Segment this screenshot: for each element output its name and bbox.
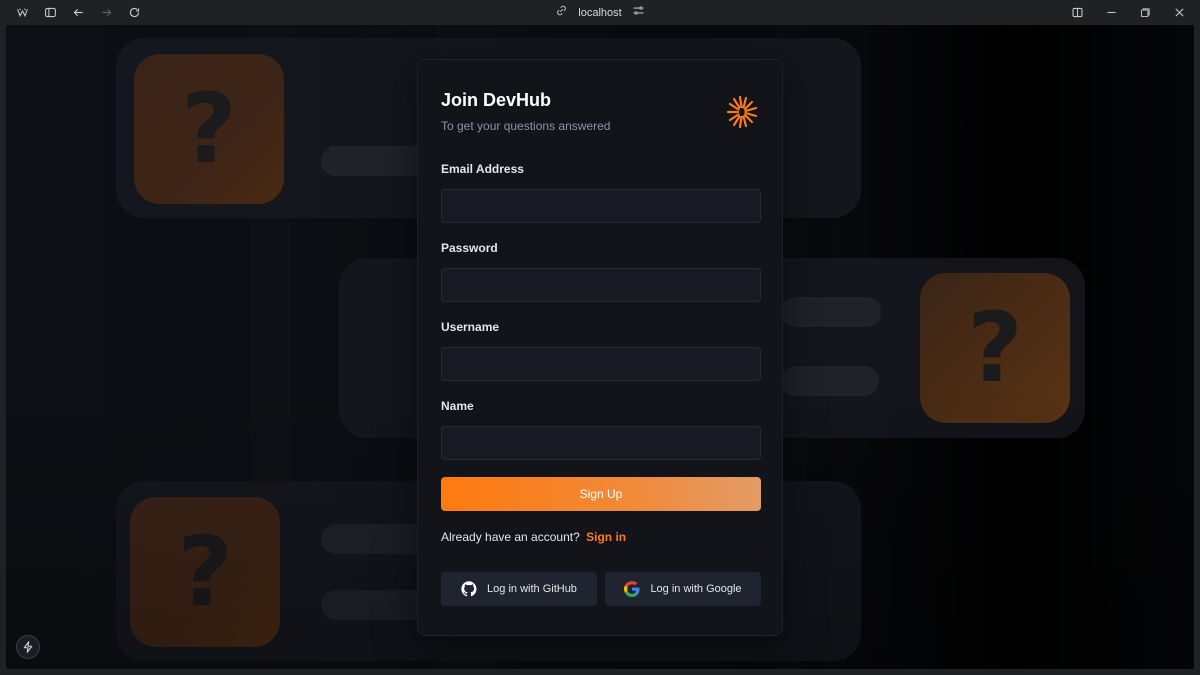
page-subtitle: To get your questions answered bbox=[441, 119, 611, 133]
window-controls bbox=[1060, 0, 1196, 25]
username-field[interactable] bbox=[441, 347, 761, 381]
minimize-icon[interactable] bbox=[1094, 0, 1128, 25]
password-field[interactable] bbox=[441, 268, 761, 302]
name-label: Name bbox=[441, 399, 474, 413]
reload-icon[interactable] bbox=[120, 0, 148, 25]
google-icon bbox=[624, 581, 640, 597]
nav-controls bbox=[8, 0, 148, 25]
github-login-label: Log in with GitHub bbox=[487, 583, 577, 595]
username-label: Username bbox=[441, 320, 500, 334]
github-login-button[interactable]: Log in with GitHub bbox=[441, 572, 597, 606]
browser-logo-icon[interactable] bbox=[8, 0, 36, 25]
email-field[interactable] bbox=[441, 189, 761, 223]
browser-toolbar: localhost bbox=[0, 0, 1200, 25]
sign-up-button[interactable]: Sign Up bbox=[441, 477, 761, 511]
link-icon[interactable] bbox=[555, 4, 568, 22]
email-label: Email Address bbox=[441, 162, 524, 176]
name-field[interactable] bbox=[441, 426, 761, 460]
account-prompt: Already have an account? Sign in bbox=[441, 530, 626, 544]
devhub-logo-icon bbox=[726, 95, 758, 129]
github-icon bbox=[461, 581, 477, 597]
address-bar: localhost bbox=[0, 0, 1200, 25]
sliders-icon[interactable] bbox=[632, 4, 645, 22]
lightning-bolt-icon[interactable] bbox=[16, 635, 40, 659]
sidebar-toggle-icon[interactable] bbox=[36, 0, 64, 25]
arrow-right-icon[interactable] bbox=[92, 0, 120, 25]
password-label: Password bbox=[441, 241, 498, 255]
close-icon[interactable] bbox=[1162, 0, 1196, 25]
page-title: Join DevHub bbox=[441, 90, 552, 110]
signup-card: Join DevHub To get your questions answer… bbox=[417, 59, 783, 636]
sign-in-link[interactable]: Sign in bbox=[586, 530, 626, 544]
account-prompt-text: Already have an account? bbox=[441, 530, 580, 544]
arrow-left-icon[interactable] bbox=[64, 0, 92, 25]
url-text[interactable]: localhost bbox=[578, 7, 621, 19]
google-login-label: Log in with Google bbox=[650, 583, 742, 595]
page-viewport: ? ? ? Join DevHub To get your questions … bbox=[6, 25, 1194, 669]
google-login-button[interactable]: Log in with Google bbox=[605, 572, 761, 606]
restore-icon[interactable] bbox=[1128, 0, 1162, 25]
split-view-icon[interactable] bbox=[1060, 0, 1094, 25]
